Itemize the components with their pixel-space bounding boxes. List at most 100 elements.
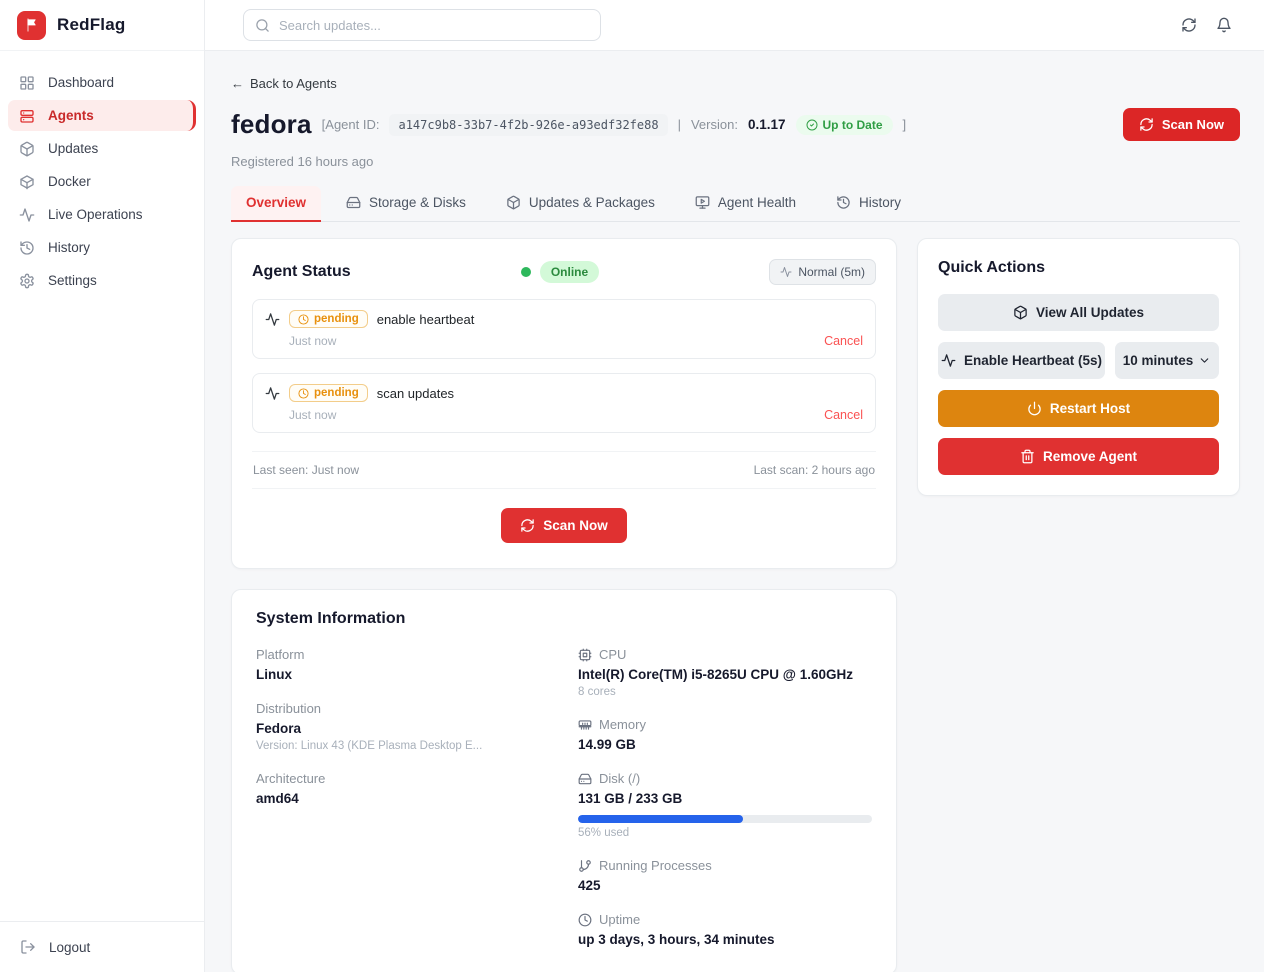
cancel-link[interactable]: Cancel [824,408,863,422]
last-seen-text: Last seen: Just now [253,463,359,477]
platform-label: Platform [256,647,578,662]
system-information-card: System Information Platform Linux Distri… [231,589,897,972]
sidebar-item-history[interactable]: History [8,232,196,263]
sidebar-item-label: Updates [48,141,98,156]
online-status-dot [521,267,531,277]
disk-field: Disk (/) 131 GB / 233 GB 56% used [578,771,872,839]
sidebar-item-label: Agents [48,108,94,123]
pending-badge: pending [289,310,368,328]
package-icon [1013,305,1028,320]
interval-value: 10 minutes [1123,353,1194,368]
system-information-title: System Information [256,610,872,628]
tab-storage-disks[interactable]: Storage & Disks [331,186,481,222]
tab-agent-health[interactable]: Agent Health [680,186,811,222]
refresh-icon[interactable] [1181,17,1197,33]
scan-now-label: Scan Now [1162,117,1224,132]
activity-icon [265,386,280,401]
activity-icon [265,312,280,327]
cancel-link[interactable]: Cancel [824,334,863,348]
interval-dropdown[interactable]: 10 minutes [1115,342,1219,379]
redflag-logo [17,11,46,40]
package-icon [19,141,35,157]
restart-host-button[interactable]: Restart Host [938,390,1219,427]
git-branch-icon [578,859,592,873]
disk-used-label: 56% used [578,827,872,839]
sidebar-item-updates[interactable]: Updates [8,133,196,164]
pending-operation-row: pending enable heartbeat Just now Cancel [252,299,876,359]
pending-badge-label: pending [314,387,359,399]
history-icon [19,240,35,256]
activity-icon [780,266,792,278]
pending-action-label: enable heartbeat [377,312,475,327]
tab-label: Storage & Disks [369,195,466,210]
heartbeat-mode-button[interactable]: Normal (5m) [769,259,876,285]
search-icon [255,18,270,33]
view-all-updates-label: View All Updates [1036,305,1144,320]
search-input[interactable] [279,18,589,33]
agent-status-title: Agent Status [252,263,351,281]
processes-value: 425 [578,878,872,893]
cpu-value: Intel(R) Core(TM) i5-8265U CPU @ 1.60GHz [578,667,872,682]
disk-value: 131 GB / 233 GB [578,791,872,806]
distribution-version: Version: Linux 43 (KDE Plasma Desktop E.… [256,740,578,752]
pending-badge-label: pending [314,313,359,325]
back-to-agents-link[interactable]: ←Back to Agents [231,76,337,91]
uptime-value: up 3 days, 3 hours, 34 minutes [578,932,872,947]
pending-action-label: scan updates [377,386,454,401]
architecture-field: Architecture amd64 [256,771,578,806]
view-all-updates-button[interactable]: View All Updates [938,294,1219,331]
sidebar-item-docker[interactable]: Docker [8,166,196,197]
bell-icon[interactable] [1216,17,1232,33]
heartbeat-mode-label: Normal (5m) [798,265,865,279]
scan-now-button-header[interactable]: Scan Now [1123,108,1240,141]
search-box[interactable] [243,9,601,41]
server-icon [19,108,35,124]
remove-agent-label: Remove Agent [1043,449,1137,464]
topbar [205,0,1264,51]
brand: RedFlag [0,0,204,51]
pending-operation-row: pending scan updates Just now Cancel [252,373,876,433]
tab-updates-packages[interactable]: Updates & Packages [491,186,670,222]
sidebar-item-label: Docker [48,174,91,189]
pending-time: Just now [289,334,336,348]
processes-field: Running Processes 425 [578,858,872,893]
package-icon [506,195,521,210]
activity-icon [941,353,956,368]
tab-history[interactable]: History [821,186,916,222]
back-link-label: Back to Agents [250,76,337,91]
platform-field: Platform Linux [256,647,578,682]
architecture-label: Architecture [256,771,578,786]
power-icon [1027,401,1042,416]
tab-overview[interactable]: Overview [231,186,321,222]
logout-label: Logout [49,940,90,955]
activity-icon [19,207,35,223]
processes-label: Running Processes [599,858,712,873]
cpu-cores: 8 cores [578,686,872,698]
sidebar-item-label: Dashboard [48,75,114,90]
clock-icon [578,913,592,927]
agent-id-value: a147c9b8-33b7-4f2b-926e-a93edf32fe88 [389,114,667,136]
sidebar-nav: Dashboard Agents Updates Docker Live Ope… [0,51,204,296]
disk-label: Disk (/) [599,771,640,786]
online-badge: Online [540,261,599,283]
sidebar-item-live-operations[interactable]: Live Operations [8,199,196,230]
refresh-icon [520,518,535,533]
enable-heartbeat-button[interactable]: Enable Heartbeat (5s) [938,342,1105,379]
remove-agent-button[interactable]: Remove Agent [938,438,1219,475]
tab-label: Overview [246,195,306,210]
tab-label: History [859,195,901,210]
version-value: 0.1.17 [748,117,786,132]
sidebar-item-dashboard[interactable]: Dashboard [8,67,196,98]
system-info-left-column: Platform Linux Distribution Fedora Versi… [256,647,578,966]
separator: | [678,117,681,132]
tab-label: Updates & Packages [529,195,655,210]
logout-button[interactable]: Logout [0,921,204,972]
cpu-label: CPU [599,647,626,662]
agent-id-label: [Agent ID: [322,117,380,132]
agent-header: fedora [Agent ID: a147c9b8-33b7-4f2b-926… [231,108,1240,141]
sidebar-item-settings[interactable]: Settings [8,265,196,296]
sidebar-item-label: Settings [48,273,97,288]
platform-value: Linux [256,667,578,682]
sidebar-item-agents[interactable]: Agents [8,100,196,131]
scan-now-button-card[interactable]: Scan Now [501,508,627,543]
